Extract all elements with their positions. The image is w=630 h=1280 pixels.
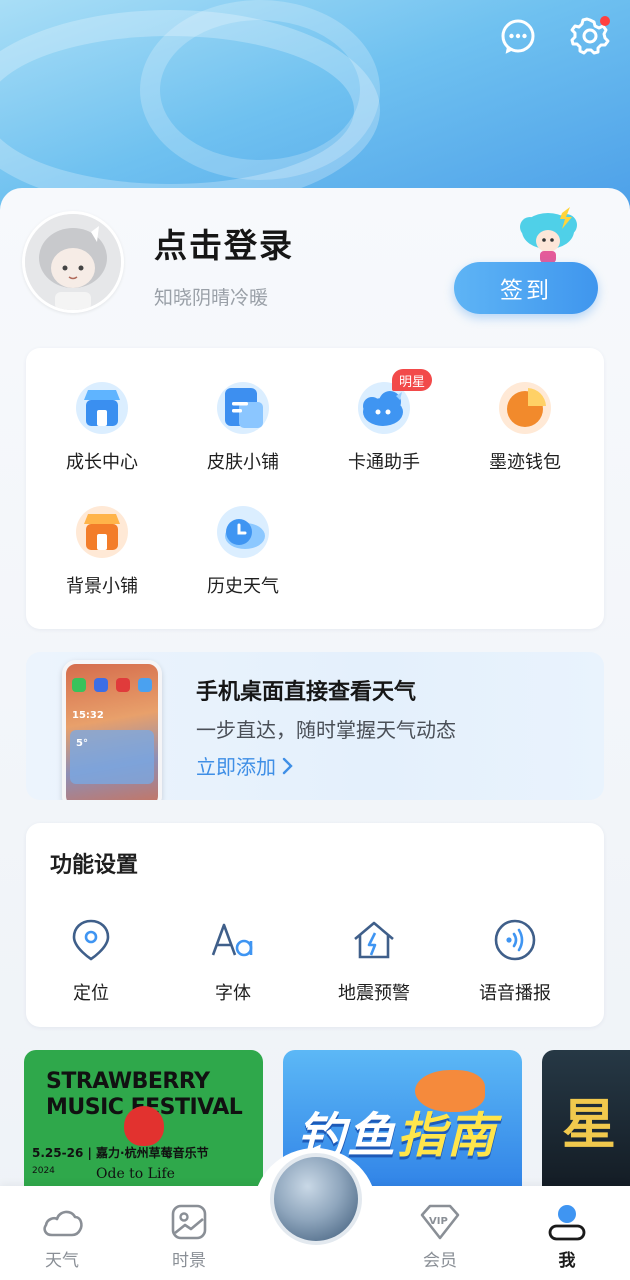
strawberry-icon [124,1106,164,1146]
promo-star[interactable]: 星 [542,1050,630,1200]
checkin-button[interactable]: 签到 [454,262,598,314]
nav-weather[interactable]: 天气 [12,1186,112,1280]
nav-label: 时景 [172,1251,206,1271]
svg-text:VIP: VIP [429,1216,448,1227]
earthquake-house-icon [354,921,394,959]
header-cloud-decoration [140,0,380,180]
skin-shop-icon [217,382,269,434]
setting-font[interactable]: 字体 [168,917,298,1005]
chevron-right-icon [282,757,293,774]
star-badge: 明星 [392,369,433,391]
avatar[interactable] [22,211,124,313]
phone-time: 15:32 [72,710,104,721]
login-title[interactable]: 点击登录 [154,219,294,267]
store-orange-icon [76,506,128,558]
tile-label: 成长中心 [66,452,138,473]
nav-label: 会员 [423,1251,457,1271]
tile-label: 卡通助手 [348,452,420,473]
nav-vip[interactable]: VIP 会员 [390,1186,490,1280]
promo-title-line1: STRAWBERRY [46,1069,210,1094]
message-button[interactable] [496,14,540,58]
banner-title: 手机桌面直接查看天气 [196,680,417,705]
tile-label: 皮肤小铺 [207,452,279,473]
nav-me[interactable]: 我 [517,1186,617,1280]
setting-location[interactable]: 定位 [26,917,156,1005]
setting-earthquake-alert[interactable]: 地震预警 [309,917,439,1005]
feature-settings-title: 功能设置 [50,853,139,878]
promo-star-text: 星 [562,1093,616,1156]
widget-banner[interactable]: 15:32 5° 手机桌面直接查看天气 一步直达，随时掌握天气动态 立即添加 [26,652,604,800]
nav-center-weather-orb[interactable] [270,1153,362,1245]
nav-label: 我 [558,1251,576,1271]
default-avatar-icon [25,214,121,310]
tile-cartoon-assistant[interactable]: 卡通助手 [314,380,454,490]
font-aa-icon [211,923,253,957]
phone-illustration: 15:32 5° [62,660,162,800]
add-widget-link[interactable]: 立即添加 [196,751,294,780]
location-pin-icon [72,919,110,961]
wallet-pie-icon [499,382,551,434]
login-subtitle: 知晓阴晴冷暖 [154,287,269,309]
image-icon [167,1202,211,1242]
voice-broadcast-icon [494,919,536,961]
user-icon [545,1202,589,1242]
mascot-icon [518,205,582,265]
tile-background-shop[interactable]: 背景小铺 [32,504,172,614]
setting-label: 字体 [215,983,251,1004]
tile-wallet[interactable]: 墨迹钱包 [455,380,595,490]
tile-skin-shop[interactable]: 皮肤小铺 [173,380,313,490]
setting-label: 定位 [73,983,109,1004]
add-widget-link-label: 立即添加 [196,755,276,779]
phone-temp: 5° [76,738,88,749]
banner-subtitle: 一步直达，随时掌握天气动态 [196,718,456,742]
promo-fishing-text-b: 指南 [397,1108,498,1164]
history-weather-icon [217,506,269,558]
promo-year: 2024 [32,1166,55,1176]
notification-dot [600,16,610,26]
nav-scenes[interactable]: 时景 [139,1186,239,1280]
setting-label: 语音播报 [479,983,551,1004]
setting-label: 地震预警 [338,983,410,1004]
setting-voice-broadcast[interactable]: 语音播报 [450,917,580,1005]
store-blue-icon [76,382,128,434]
chat-bubble-icon [501,19,535,54]
tile-growth-center[interactable]: 成长中心 [32,380,172,490]
promo-strawberry-festival[interactable]: STRAWBERRY MUSIC FESTIVAL 5.25-26 | 嘉力·杭… [24,1050,263,1200]
nav-label: 天气 [45,1251,79,1271]
tile-history-weather[interactable]: 历史天气 [173,504,313,614]
vip-diamond-icon: VIP [418,1202,462,1242]
promo-slogan: Ode to Life [96,1166,175,1182]
tile-label: 墨迹钱包 [489,452,561,473]
tile-label: 历史天气 [207,576,279,597]
settings-button[interactable] [568,14,612,58]
feature-settings-card: 功能设置 定位 字体 地震预警 语音播报 [26,823,604,1027]
tile-label: 背景小铺 [66,576,138,597]
promo-detail: 5.25-26 | 嘉力·杭州草莓音乐节 [32,1146,209,1160]
cloud-icon [40,1202,84,1242]
